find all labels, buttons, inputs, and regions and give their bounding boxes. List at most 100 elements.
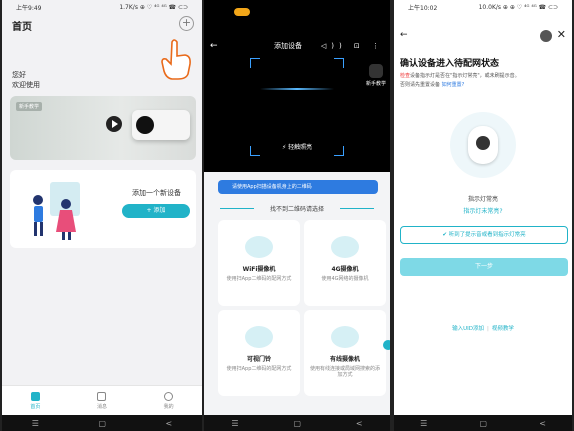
- instructions: 检查设备指示灯是否在"指示灯常亮"，或未刷提示音。 否则请先重置设备 如何重置?: [400, 72, 570, 90]
- menu-nav-icon[interactable]: ☰: [420, 419, 427, 428]
- wired-camera-icon: [331, 326, 359, 348]
- scan-frame: ⚡ 轻触照亮: [250, 58, 344, 156]
- system-nav-bar: ☰ ▢ <: [2, 415, 202, 431]
- floating-dot-icon[interactable]: [383, 340, 390, 350]
- torch-button[interactable]: ⚡ 轻触照亮: [282, 142, 312, 151]
- back-arrow-icon[interactable]: ←: [400, 30, 408, 40]
- tutorial-banner[interactable]: 新手教学: [10, 96, 196, 160]
- add-device-screen: ← 添加设备 ◁)) ⊡ ⋮ ⚡ 轻触照亮 新手教学 请使用App扫描设备机身上…: [204, 0, 390, 431]
- screenshot-collage: 上午9:49 1.7K/s ⊕ ♡ ⁴ᴳ ⁴ᴳ ☎ ⊂⊃ 首页 + 您好 欢迎使…: [0, 0, 574, 431]
- led-status-label: 指示灯常亮: [467, 196, 498, 203]
- message-icon: [97, 391, 107, 401]
- device-name: WiFi摄像机: [242, 266, 276, 273]
- tab-profile[interactable]: 我的: [163, 391, 174, 410]
- next-button[interactable]: 下一步: [400, 258, 568, 276]
- add-device-card: 添加一个新设备 + 添加: [10, 170, 196, 248]
- status-bar: 上午10:02 10.0K/s ⊕ ⊕ ♡ ⁴ᴳ ⁴ᴳ ☎ ⊂⊃: [394, 0, 572, 14]
- camera-indicator-icon: [234, 8, 250, 16]
- bottom-tab-bar: 首页 消息 我的: [2, 385, 202, 415]
- greeting-text: 您好: [12, 71, 26, 79]
- home-nav-icon[interactable]: ▢: [293, 419, 301, 428]
- pointing-hand-icon: [161, 39, 191, 80]
- device-card-doorbell[interactable]: 可视门铃 使用扫App二维码的配网方式: [218, 310, 300, 396]
- video-tutorial-link[interactable]: 视频教学: [492, 326, 514, 332]
- profile-icon: [164, 391, 174, 401]
- wifi-camera-icon: [245, 236, 273, 258]
- close-icon[interactable]: ✕: [557, 28, 566, 41]
- 4g-camera-icon: [331, 236, 359, 258]
- camera-image: [132, 110, 190, 140]
- tutorial-icon: [368, 64, 383, 78]
- device-desc: 使用扫App二维码的配网方式: [226, 276, 292, 282]
- device-desc: 使用4G网络的摄像机: [321, 276, 369, 282]
- status-bar: 上午9:49 1.7K/s ⊕ ♡ ⁴ᴳ ⁴ᴳ ☎ ⊂⊃: [2, 0, 202, 14]
- back-arrow-icon[interactable]: ←: [210, 41, 218, 51]
- instruction-text-2: 否则请先重置设备: [400, 82, 441, 88]
- bottom-links: 输入UID添加 | 视频教学: [394, 324, 572, 332]
- link-separator: |: [487, 326, 489, 332]
- scanner-header: ← 添加设备 ◁)) ⊡ ⋮: [204, 38, 390, 54]
- page-title: 确认设备进入待配网状态: [400, 59, 500, 69]
- page-title: 首页: [12, 22, 32, 33]
- status-indicators: 1.7K/s ⊕ ♡ ⁴ᴳ ⁴ᴳ ☎ ⊂⊃: [119, 3, 188, 11]
- led-not-lit-link[interactable]: 指示灯未常亮?: [394, 206, 572, 215]
- status-indicators: 10.0K/s ⊕ ⊕ ♡ ⁴ᴳ ⁴ᴳ ☎ ⊂⊃: [478, 3, 558, 11]
- home-nav-icon[interactable]: ▢: [479, 419, 487, 428]
- home-icon: [30, 391, 40, 401]
- confirm-pairing-screen: 上午10:02 10.0K/s ⊕ ⊕ ♡ ⁴ᴳ ⁴ᴳ ☎ ⊂⊃ ← ✕ 确认设…: [394, 0, 572, 431]
- status-time: 上午9:49: [16, 4, 42, 12]
- scan-corner: [334, 58, 344, 68]
- device-card-wired[interactable]: 有线摄像机 使用有线连接或局域网搜索的添加方式: [304, 310, 386, 396]
- confirm-label: 听到了提示音或看到指示灯常亮: [448, 232, 526, 238]
- menu-nav-icon[interactable]: ☰: [231, 419, 238, 428]
- back-nav-icon[interactable]: <: [166, 419, 173, 428]
- top-bar: ← ✕: [400, 28, 566, 44]
- device-illustration: [450, 112, 516, 178]
- reset-link[interactable]: 如何重置?: [442, 82, 465, 88]
- device-card-4g[interactable]: 4G摄像机 使用4G网络的摄像机: [304, 220, 386, 306]
- system-nav-bar: ☰ ▢ <: [394, 415, 572, 431]
- banner-tag: 新手教学: [16, 102, 43, 111]
- camera-icon: [468, 126, 498, 164]
- page-title: 添加设备: [274, 42, 302, 50]
- add-device-button[interactable]: + 添加: [122, 204, 190, 218]
- uid-add-link[interactable]: 输入UID添加: [452, 326, 484, 332]
- people-illustration: [33, 182, 80, 240]
- doorbell-icon: [245, 326, 273, 348]
- back-nav-icon[interactable]: <: [356, 419, 363, 428]
- device-name: 4G摄像机: [331, 266, 359, 273]
- welcome-text: 欢迎使用: [12, 81, 40, 89]
- device-desc: 使用扫App二维码的配网方式: [226, 366, 292, 372]
- device-desc: 使用有线连接或局域网搜索的添加方式: [310, 366, 381, 378]
- instruction-text: 设备指示灯是否在"指示灯常亮"，或未刷提示音。: [410, 73, 520, 79]
- header-action-icons[interactable]: ◁)) ⊡ ⋮: [321, 42, 384, 50]
- tab-label: 首页: [30, 403, 41, 410]
- device-card-wifi[interactable]: WiFi摄像机 使用扫App二维码的配网方式: [218, 220, 300, 306]
- back-nav-icon[interactable]: <: [539, 419, 546, 428]
- novice-tutorial-button[interactable]: 新手教学: [366, 64, 386, 87]
- scanner-area: ← 添加设备 ◁)) ⊡ ⋮ ⚡ 轻触照亮 新手教学: [204, 0, 390, 172]
- tab-home[interactable]: 首页: [30, 391, 41, 410]
- home-screen: 上午9:49 1.7K/s ⊕ ♡ ⁴ᴳ ⁴ᴳ ☎ ⊂⊃ 首页 + 您好 欢迎使…: [2, 0, 202, 431]
- menu-nav-icon[interactable]: ☰: [32, 419, 39, 428]
- tab-label: 消息: [96, 403, 107, 410]
- tab-messages[interactable]: 消息: [96, 391, 107, 410]
- system-nav-bar: ☰ ▢ <: [204, 415, 390, 431]
- add-device-plus-button[interactable]: +: [179, 16, 194, 31]
- device-name: 可视门铃: [246, 356, 271, 363]
- novice-label: 新手教学: [365, 81, 386, 87]
- confirm-checkbox-button[interactable]: ✔ 听到了提示音或看到指示灯常亮: [400, 226, 568, 244]
- home-nav-icon[interactable]: ▢: [98, 419, 106, 428]
- play-icon[interactable]: [106, 116, 122, 132]
- device-name: 有线摄像机: [329, 356, 360, 363]
- instruction-highlight: 检查: [400, 73, 411, 79]
- scan-line: [260, 88, 334, 90]
- status-time: 上午10:02: [408, 4, 438, 12]
- no-qr-label: 找不到二维码请选择: [204, 204, 390, 213]
- scan-hint-banner: 请使用App扫描设备机身上的二维码: [218, 180, 378, 194]
- tab-label: 我的: [163, 403, 174, 410]
- scan-corner: [250, 146, 260, 156]
- speaker-icon[interactable]: [540, 30, 552, 42]
- greeting-block: 您好 欢迎使用: [12, 70, 40, 90]
- add-device-text: 添加一个新设备: [132, 189, 181, 197]
